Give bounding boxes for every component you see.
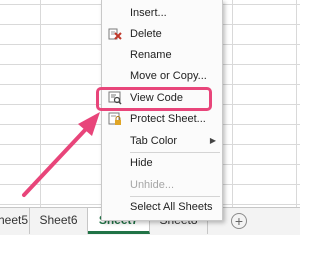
sheet-tab-label: Sheet5 [0, 213, 29, 227]
menu-item-label: Delete [130, 28, 162, 40]
menu-item-label: Insert... [130, 7, 167, 19]
menu-item-label: Rename [130, 49, 172, 61]
menu-item-label: Unhide... [130, 179, 175, 191]
protect-sheet-icon [108, 112, 121, 125]
menu-item-tab-color[interactable]: Tab Color ▶ [102, 131, 222, 151]
menu-item-insert[interactable]: Insert... [102, 3, 222, 23]
menu-item-label: Hide [130, 157, 153, 169]
submenu-arrow-icon: ▶ [209, 136, 216, 145]
menu-item-protect-sheet[interactable]: Protect Sheet... [102, 109, 222, 129]
sheet-tab-sheet6[interactable]: Sheet6 [30, 208, 88, 234]
menu-item-unhide: Unhide... [102, 175, 222, 195]
view-code-highlight-box [96, 87, 212, 111]
status-area [0, 235, 300, 264]
menu-item-delete[interactable]: Delete [102, 24, 222, 44]
menu-item-select-all-sheets[interactable]: Select All Sheets [102, 197, 222, 217]
sheet-tab-label: Sheet6 [39, 213, 78, 227]
plus-circle-icon[interactable]: + [231, 213, 247, 229]
menu-item-label: Protect Sheet... [130, 113, 206, 125]
menu-item-label: Move or Copy... [130, 70, 207, 82]
menu-item-hide[interactable]: Hide [102, 153, 222, 173]
delete-sheet-icon [108, 28, 122, 40]
sheet-tab-sheet5[interactable]: Sheet5 [0, 208, 30, 234]
menu-item-rename[interactable]: Rename [102, 45, 222, 65]
menu-item-move-or-copy[interactable]: Move or Copy... [102, 66, 222, 86]
menu-item-label: Tab Color [130, 135, 178, 147]
menu-item-label: Select All Sheets [130, 201, 213, 213]
